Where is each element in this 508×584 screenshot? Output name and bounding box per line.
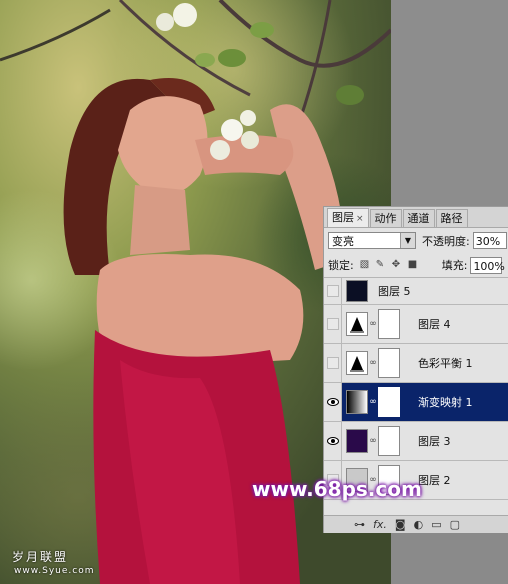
eye-icon <box>326 398 339 406</box>
blend-mode-value: 变亮 <box>332 235 354 248</box>
canvas-background <box>391 0 508 210</box>
layer-mask-thumbnail <box>378 348 400 378</box>
adjustment-icon[interactable]: ◐ <box>414 518 424 531</box>
adjustment-thumbnail <box>346 312 368 336</box>
lock-row: 锁定: ▧ ✎ ✥ ■ 填充: 100% <box>324 253 508 278</box>
panel-tabs: 图层 × 动作 通道 路径 <box>324 207 508 228</box>
close-icon[interactable]: × <box>356 214 364 224</box>
watermark: www.68ps.com <box>252 477 422 501</box>
visibility-toggle[interactable] <box>324 383 342 421</box>
gradient-thumbnail <box>346 390 368 414</box>
visibility-toggle[interactable] <box>324 344 342 382</box>
visibility-toggle[interactable] <box>324 305 342 343</box>
visibility-box <box>326 357 339 369</box>
layer-name: 色彩平衡 1 <box>418 357 473 370</box>
layer-thumbnail <box>346 429 368 453</box>
new-layer-icon[interactable]: ▢ <box>450 518 460 531</box>
layer-row-layer3[interactable]: ∞ 图层 3 <box>324 422 508 461</box>
visibility-box <box>326 285 339 297</box>
lock-position-icon[interactable]: ✥ <box>392 260 402 270</box>
layer-row-gradient-map[interactable]: ∞ 渐变映射 1 <box>324 383 508 422</box>
blend-mode-select[interactable]: 变亮 ▼ <box>328 232 416 249</box>
tab-layers[interactable]: 图层 × <box>327 208 369 227</box>
layer-row-layer5[interactable]: 图层 5 <box>324 278 508 305</box>
tab-channels[interactable]: 通道 <box>402 209 435 227</box>
layer-name: 图层 4 <box>418 318 451 331</box>
eye-icon <box>326 437 339 445</box>
logo-title: 岁月联盟 <box>12 550 69 564</box>
fx-icon[interactable]: fx. <box>373 518 387 531</box>
tab-label: 通道 <box>407 212 430 225</box>
layer-mask-thumbnail <box>378 309 400 339</box>
tab-label: 路径 <box>440 212 463 225</box>
fill-field[interactable]: 100% <box>470 256 505 274</box>
layer-name: 图层 5 <box>378 285 411 298</box>
link-icon: ∞ <box>369 358 377 368</box>
visibility-toggle[interactable] <box>324 422 342 460</box>
layer-row-color-balance[interactable]: ∞ 色彩平衡 1 <box>324 344 508 383</box>
tab-label: 动作 <box>374 212 397 225</box>
lock-pixels-icon[interactable]: ✎ <box>376 260 386 270</box>
link-icon[interactable]: ⊶ <box>354 518 365 531</box>
tab-label: 图层 <box>332 211 354 224</box>
layer-name: 图层 2 <box>418 474 451 487</box>
logo-url: www.Syue.com <box>14 566 95 576</box>
link-icon: ∞ <box>369 436 377 446</box>
visibility-box <box>326 318 339 330</box>
link-icon: ∞ <box>369 319 377 329</box>
blend-row: 变亮 ▼ 不透明度: 30% <box>324 228 508 253</box>
panel-footer: ⊶ fx. ◙ ◐ ▭ ▢ <box>324 515 508 533</box>
layer-name: 渐变映射 1 <box>418 396 473 409</box>
tab-paths[interactable]: 路径 <box>435 209 468 227</box>
lock-transparency-icon[interactable]: ▧ <box>360 260 370 270</box>
layer-row-layer4[interactable]: ∞ 图层 4 <box>324 305 508 344</box>
lock-all-icon[interactable]: ■ <box>408 260 418 270</box>
opacity-field[interactable]: 30% <box>472 232 507 249</box>
layer-thumbnail <box>346 280 368 302</box>
folder-icon[interactable]: ▭ <box>431 518 441 531</box>
fill-label: 填充: <box>441 259 468 272</box>
layer-mask-thumbnail <box>378 387 400 417</box>
chevron-down-icon: ▼ <box>400 233 415 248</box>
link-icon: ∞ <box>369 397 377 407</box>
layer-mask-thumbnail <box>378 426 400 456</box>
lock-label: 锁定: <box>328 259 354 272</box>
tab-actions[interactable]: 动作 <box>369 209 402 227</box>
layer-name: 图层 3 <box>418 435 451 448</box>
mask-icon[interactable]: ◙ <box>395 518 406 531</box>
opacity-label: 不透明度: <box>422 234 470 248</box>
adjustment-thumbnail <box>346 351 368 375</box>
visibility-toggle[interactable] <box>324 278 342 304</box>
